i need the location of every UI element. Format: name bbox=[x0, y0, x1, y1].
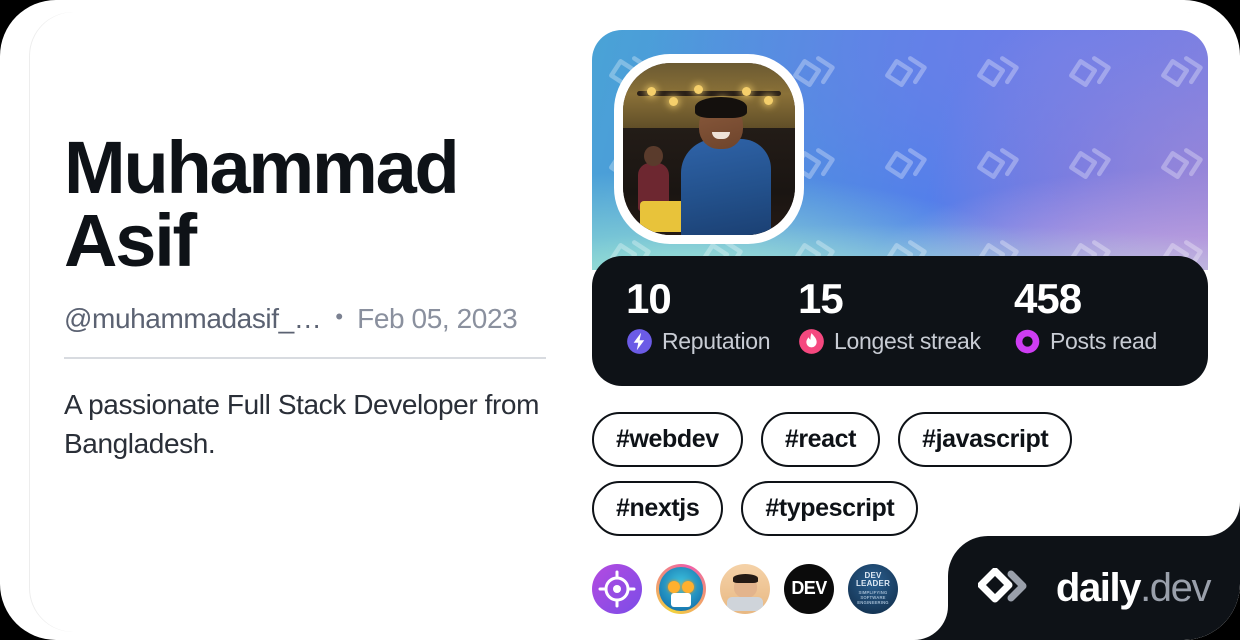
logo-badge-notch-top bbox=[1206, 502, 1240, 536]
stat-longest-streak-value: 15 bbox=[798, 275, 844, 322]
avatar-image bbox=[623, 63, 795, 235]
stat-reputation-value: 10 bbox=[626, 275, 672, 322]
badge-dev-label: DEV bbox=[791, 578, 827, 598]
streak-flame-icon bbox=[799, 329, 824, 354]
stat-reputation-label-row: Reputation bbox=[626, 328, 798, 355]
robot-eye-right bbox=[682, 581, 695, 594]
stat-posts-read-label-row: Posts read bbox=[1014, 328, 1157, 355]
tag-react[interactable]: #react bbox=[760, 412, 881, 467]
target-icon bbox=[598, 570, 636, 607]
stat-longest-streak-label: Longest streak bbox=[834, 328, 981, 354]
profile-bio: A passionate Full Stack Developer from B… bbox=[64, 389, 540, 460]
stat-reputation: 10 Reputation bbox=[626, 278, 798, 355]
tag-list: #webdev #react #javascript #nextjs #type… bbox=[592, 412, 1192, 536]
daily-dev-logo-badge[interactable]: daily.dev bbox=[948, 536, 1240, 640]
avatar-person-body bbox=[681, 138, 771, 235]
joined-date: Feb 05, 2023 bbox=[357, 303, 518, 335]
robot-eye-left bbox=[667, 581, 680, 594]
badge-dev[interactable]: DEV bbox=[784, 563, 834, 614]
stat-longest-streak: 15 Longest streak bbox=[798, 278, 1014, 355]
brand-wordmark: daily.dev bbox=[1055, 566, 1212, 610]
screenshot-root: Muhammad Asif @muhammadasif_… • Feb 05, … bbox=[0, 0, 1240, 640]
avatar-bg-person-head bbox=[643, 145, 663, 167]
avatar[interactable] bbox=[614, 54, 804, 244]
stat-longest-streak-label-row: Longest streak bbox=[798, 328, 1014, 355]
tag-webdev[interactable]: #webdev bbox=[592, 412, 743, 467]
reputation-bolt-icon bbox=[627, 329, 652, 354]
tag-typescript[interactable]: #typescript bbox=[741, 480, 919, 536]
badge-dev-leader-subtitle: Simplifying Software Engineering bbox=[857, 589, 889, 606]
logo-badge-notch-left bbox=[914, 606, 948, 640]
profile-meta-row: @muhammadasif_… • Feb 05, 2023 bbox=[64, 303, 546, 335]
memoji-laptop bbox=[727, 596, 763, 611]
profile-card: Muhammad Asif @muhammadasif_… • Feb 05, … bbox=[0, 0, 1240, 640]
brand-name-secondary: .dev bbox=[1140, 566, 1211, 610]
badge-robot[interactable] bbox=[656, 563, 706, 614]
badge-target[interactable] bbox=[592, 563, 642, 614]
profile-visual-column: 10 Reputation 15 Longest streak 458 Post… bbox=[592, 30, 1208, 614]
tag-nextjs[interactable]: #nextjs bbox=[592, 480, 724, 536]
stat-posts-read-value: 458 bbox=[1014, 275, 1082, 322]
stats-bar: 10 Reputation 15 Longest streak 458 Post… bbox=[592, 256, 1208, 386]
avatar-person-smile bbox=[712, 131, 730, 139]
stat-posts-read: 458 Posts read bbox=[1014, 278, 1157, 355]
tag-javascript[interactable]: #javascript bbox=[898, 412, 1073, 467]
robot-icon bbox=[659, 566, 703, 611]
robot-mouth bbox=[671, 592, 691, 607]
profile-info-column: Muhammad Asif @muhammadasif_… • Feb 05, … bbox=[64, 126, 546, 463]
badge-dev-leader-title: DEV LEADER bbox=[855, 570, 891, 589]
profile-handle[interactable]: @muhammadasif_… bbox=[64, 303, 321, 335]
avatar-person-hair bbox=[695, 97, 747, 119]
badge-memoji[interactable] bbox=[720, 563, 770, 614]
memoji-hair bbox=[732, 574, 758, 583]
posts-read-ring-icon bbox=[1015, 329, 1040, 354]
brand-name-primary: daily bbox=[1055, 566, 1142, 610]
section-divider bbox=[64, 357, 546, 360]
daily-dev-chevron-logo-icon bbox=[977, 568, 1027, 603]
badge-dev-leader[interactable]: DEV LEADER Simplifying Software Engineer… bbox=[848, 563, 898, 614]
page-title: Muhammad Asif bbox=[64, 126, 460, 282]
stat-reputation-label: Reputation bbox=[662, 328, 771, 354]
meta-separator-dot: • bbox=[335, 304, 344, 330]
cover-banner bbox=[592, 30, 1208, 270]
stat-posts-read-label: Posts read bbox=[1050, 328, 1157, 354]
